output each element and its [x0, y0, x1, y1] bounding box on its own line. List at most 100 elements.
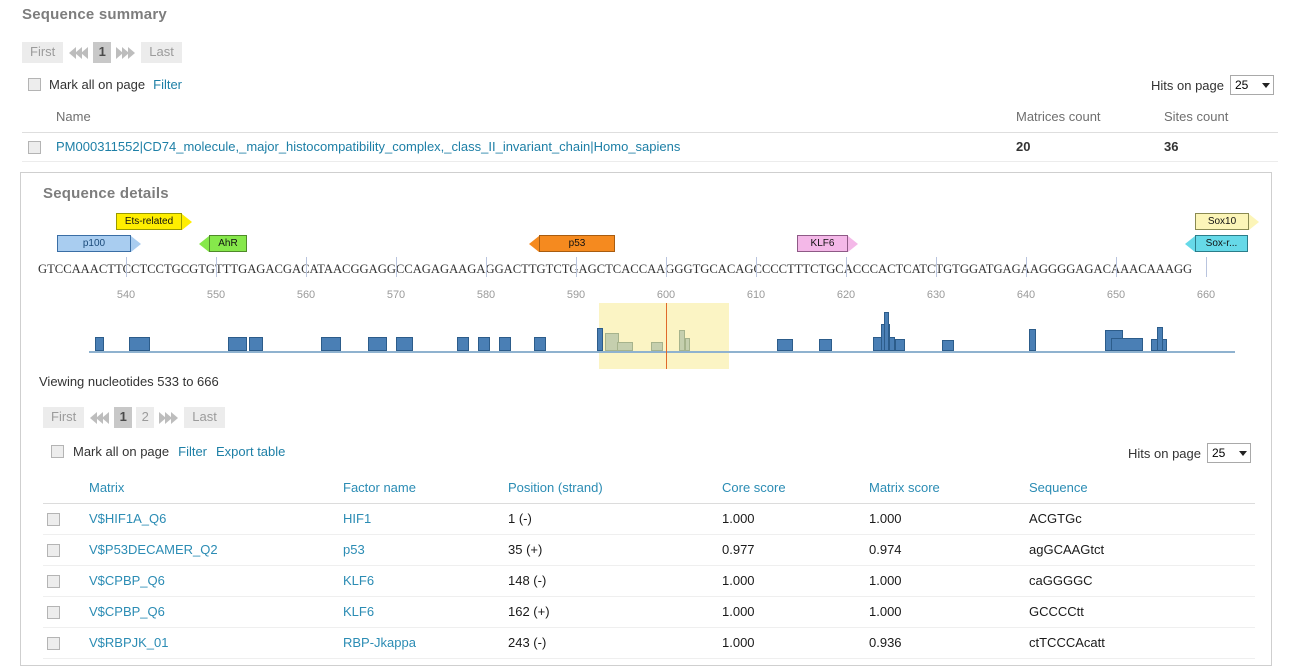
- details-pager-page-2[interactable]: 2: [136, 407, 155, 428]
- sequence-summary-title: Sequence summary: [22, 6, 167, 23]
- prev-page-icon[interactable]: [67, 43, 89, 63]
- summary-markall-row: Mark all on page Filter: [28, 77, 182, 92]
- details-hits-value: 25: [1212, 446, 1226, 460]
- feature-arrow-label: Sox-r...: [1205, 237, 1238, 249]
- table-row[interactable]: V$P53DECAMER_Q2 p53 35 (+) 0.977 0.974 agGCAA…: [43, 534, 1255, 567]
- prev-page-icon[interactable]: [88, 408, 110, 428]
- histogram-bar[interactable]: [651, 342, 663, 351]
- row-matrix-link[interactable]: V$RBPJK_01: [89, 635, 169, 650]
- row-matrix-link[interactable]: V$CPBP_Q6: [89, 604, 165, 619]
- histogram-bar[interactable]: [368, 337, 387, 351]
- histogram-bar[interactable]: [819, 339, 832, 351]
- table-row[interactable]: V$CPBP_Q6 KLF6 162 (+) 1.000 1.000 GCCCCtt: [43, 596, 1255, 629]
- histogram-bar[interactable]: [499, 337, 511, 351]
- next-page-icon[interactable]: [158, 408, 180, 428]
- summary-pager-first[interactable]: First: [22, 42, 64, 63]
- details-pager-page-1[interactable]: 1: [114, 407, 133, 428]
- feature-arrow-sox10[interactable]: Sox10: [1195, 213, 1259, 230]
- next-page-icon[interactable]: [115, 43, 137, 63]
- details-mark-all-label: Mark all on page: [73, 444, 170, 459]
- feature-arrow-tip-icon: [199, 235, 209, 252]
- feature-arrow-klf6[interactable]: KLF6: [797, 235, 858, 252]
- histogram-bar[interactable]: [249, 337, 263, 351]
- feature-arrow-p100[interactable]: p100: [57, 235, 141, 252]
- details-pager-last[interactable]: Last: [184, 407, 225, 428]
- summary-pager-last[interactable]: Last: [141, 42, 182, 63]
- summary-row-name-link[interactable]: PM000311552|CD74_molecule,_major_histoco…: [56, 139, 680, 154]
- summary-mark-all-checkbox[interactable]: [28, 78, 41, 91]
- ruler-tick: [936, 257, 937, 277]
- histogram-bar[interactable]: [597, 328, 603, 351]
- row-factor-link[interactable]: HIF1: [343, 511, 371, 526]
- table-row[interactable]: V$CPBP_Q6 KLF6 148 (-) 1.000 1.000 caGGGGC: [43, 565, 1255, 598]
- histogram-bar[interactable]: [895, 339, 905, 351]
- summary-hits-select[interactable]: 25: [1230, 75, 1274, 95]
- summary-filter-link[interactable]: Filter: [153, 77, 182, 92]
- row-factor-link[interactable]: RBP-Jkappa: [343, 635, 416, 650]
- histogram-bar[interactable]: [1029, 329, 1036, 351]
- histogram-bar[interactable]: [95, 337, 104, 351]
- row-position: 243 (-): [504, 627, 718, 660]
- row-matrix-link[interactable]: V$HIF1A_Q6: [89, 511, 166, 526]
- details-hits-on-page[interactable]: Hits on page 25: [1128, 443, 1251, 463]
- details-export-table-link[interactable]: Export table: [216, 444, 285, 459]
- row-factor-link[interactable]: KLF6: [343, 573, 374, 588]
- details-filter-link[interactable]: Filter: [178, 444, 207, 459]
- row-checkbox[interactable]: [47, 637, 60, 651]
- table-row[interactable]: V$RBPJK_01 RBP-Jkappa 243 (-) 1.000 0.936 ctT…: [43, 627, 1255, 660]
- details-pager[interactable]: First 1 2 Last: [43, 407, 225, 428]
- histogram-bar[interactable]: [1111, 338, 1143, 351]
- table-row[interactable]: V$HIF1A_Q6 HIF1 1 (-) 1.000 1.000 ACGTGc: [43, 503, 1255, 536]
- row-checkbox[interactable]: [47, 513, 60, 527]
- ruler-tick-label: 610: [746, 289, 766, 301]
- summary-row-checkbox[interactable]: [28, 141, 41, 155]
- row-matrix-link-cell: V$CPBP_Q6: [85, 596, 339, 629]
- row-matrix-link[interactable]: V$CPBP_Q6: [89, 573, 165, 588]
- histogram-bar[interactable]: [777, 339, 793, 351]
- histogram-bar[interactable]: [321, 337, 341, 351]
- summary-hits-on-page[interactable]: Hits on page 25: [1151, 75, 1274, 95]
- feature-arrow-ets-related[interactable]: Ets-related: [116, 213, 192, 230]
- histogram-bar[interactable]: [884, 312, 889, 351]
- row-checkbox[interactable]: [47, 575, 60, 589]
- histogram-bar[interactable]: [457, 337, 469, 351]
- row-factor-link[interactable]: p53: [343, 542, 365, 557]
- row-matrix-link-cell: V$MEIS1_01: [85, 658, 339, 666]
- row-matrix-link-cell: V$RBPJK_01: [85, 627, 339, 660]
- histogram-bar[interactable]: [396, 337, 413, 351]
- histogram-bar[interactable]: [685, 338, 690, 351]
- row-factor-link[interactable]: KLF6: [343, 604, 374, 619]
- details-pager-first[interactable]: First: [43, 407, 85, 428]
- feature-arrow-p53[interactable]: p53: [529, 235, 615, 252]
- histogram-bar[interactable]: [534, 337, 546, 351]
- results-header-position[interactable]: Position (strand): [504, 476, 718, 504]
- summary-pager[interactable]: First 1 Last: [22, 42, 182, 63]
- histogram-bar[interactable]: [1157, 327, 1163, 351]
- summary-hits-label: Hits on page: [1151, 77, 1224, 93]
- row-matrix-link[interactable]: V$P53DECAMER_Q2: [89, 542, 218, 557]
- results-header-matrix-score[interactable]: Matrix score: [865, 476, 1025, 504]
- results-table-wrap: Matrix Factor name Position (strand) Cor…: [43, 476, 1255, 666]
- ruler-tick-label: 540: [116, 289, 136, 301]
- feature-arrow-sox-r-[interactable]: Sox-r...: [1185, 235, 1248, 252]
- results-header-core-score[interactable]: Core score: [718, 476, 865, 504]
- results-header-sequence[interactable]: Sequence: [1025, 476, 1255, 504]
- histogram-bar[interactable]: [942, 340, 954, 351]
- histogram-bar[interactable]: [617, 342, 633, 351]
- ruler-tick: [486, 257, 487, 277]
- row-checkbox[interactable]: [47, 544, 60, 558]
- results-header-factor-name[interactable]: Factor name: [339, 476, 504, 504]
- row-checkbox[interactable]: [47, 606, 60, 620]
- table-row[interactable]: PM000311552|CD74_molecule,_major_histoco…: [22, 132, 1278, 163]
- results-header-matrix[interactable]: Matrix: [85, 476, 339, 504]
- histogram-bar[interactable]: [478, 337, 490, 351]
- feature-arrow-ahr[interactable]: AhR: [199, 235, 247, 252]
- details-hits-select[interactable]: 25: [1207, 443, 1251, 463]
- table-row[interactable]: V$MEIS1_01MEIS291 (-)1.0000.999gtccTCTCA…: [43, 658, 1255, 666]
- row-core-score: 1.000: [718, 503, 865, 536]
- histogram-bar[interactable]: [228, 337, 247, 351]
- details-mark-all-checkbox[interactable]: [51, 445, 64, 458]
- summary-pager-page-1[interactable]: 1: [93, 42, 112, 63]
- details-hits-label: Hits on page: [1128, 445, 1201, 461]
- histogram-bar[interactable]: [129, 337, 150, 351]
